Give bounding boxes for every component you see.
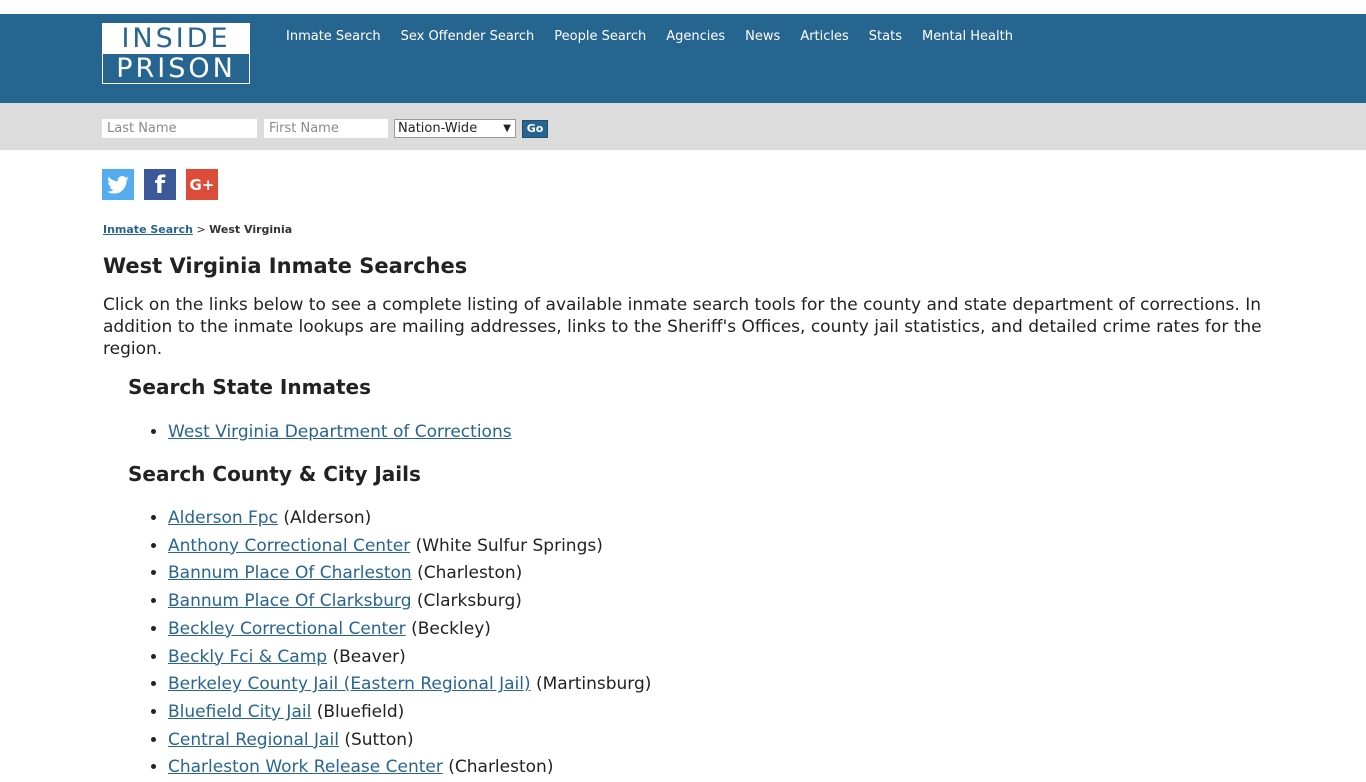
breadcrumb-separator: > xyxy=(196,223,206,236)
list-item: Bluefield City Jail (Bluefield) xyxy=(168,699,651,727)
list-item: Beckley Correctional Center (Beckley) xyxy=(168,616,651,644)
jail-link[interactable]: Bannum Place Of Charleston xyxy=(168,563,412,583)
top-strip xyxy=(0,0,1366,14)
logo-text-top: INSIDE xyxy=(103,24,249,54)
social-links: f G+ xyxy=(102,169,218,200)
breadcrumb: Inmate Search > West Virginia xyxy=(103,223,292,236)
twitter-bird-icon xyxy=(107,175,129,194)
logo-text-bottom: PRISON xyxy=(116,53,236,84)
list-item: Alderson Fpc (Alderson) xyxy=(168,505,651,533)
jail-city: (White Sulfur Springs) xyxy=(415,535,603,556)
nav-agencies[interactable]: Agencies xyxy=(666,29,725,45)
jail-link[interactable]: Berkeley County Jail (Eastern Regional J… xyxy=(168,674,531,694)
jail-city: (Sutton) xyxy=(344,729,414,750)
state-inmates-heading: Search State Inmates xyxy=(128,375,371,399)
jail-link[interactable]: Bannum Place Of Clarksburg xyxy=(168,591,412,611)
google-plus-icon[interactable]: G+ xyxy=(186,169,218,200)
list-item: Anthony Correctional Center (White Sulfu… xyxy=(168,533,651,561)
search-bar: Nation-Wide ▼ Go xyxy=(0,103,1366,150)
jail-city: (Beaver) xyxy=(332,646,406,667)
jail-link[interactable]: Beckly Fci & Camp xyxy=(168,647,327,667)
nav-news[interactable]: News xyxy=(745,29,780,45)
jail-link[interactable]: Beckley Correctional Center xyxy=(168,619,406,639)
jail-city: (Charleston) xyxy=(417,563,523,584)
list-item: Bannum Place Of Clarksburg (Clarksburg) xyxy=(168,588,651,616)
google-plus-glyph: G+ xyxy=(189,175,215,194)
main-nav: Inmate Search Sex Offender Search People… xyxy=(286,29,1033,45)
list-item: Bannum Place Of Charleston (Charleston) xyxy=(168,560,651,588)
first-name-input[interactable] xyxy=(264,119,388,138)
nav-stats[interactable]: Stats xyxy=(869,29,902,45)
site-logo[interactable]: INSIDE PRISON xyxy=(102,23,250,84)
list-item: Berkeley County Jail (Eastern Regional J… xyxy=(168,671,651,699)
nav-articles[interactable]: Articles xyxy=(800,29,848,45)
scope-select[interactable]: Nation-Wide ▼ xyxy=(394,119,516,138)
intro-paragraph: Click on the links below to see a comple… xyxy=(103,295,1262,359)
list-item: West Virginia Department of Corrections xyxy=(168,419,512,447)
jail-link[interactable]: Bluefield City Jail xyxy=(168,702,311,722)
nav-people-search[interactable]: People Search xyxy=(554,29,646,45)
nav-inmate-search[interactable]: Inmate Search xyxy=(286,29,381,45)
list-item: Central Regional Jail (Sutton) xyxy=(168,727,651,755)
jail-city: (Clarksburg) xyxy=(416,591,522,612)
chevron-down-icon: ▼ xyxy=(503,123,511,134)
go-button[interactable]: Go xyxy=(522,120,548,138)
last-name-input[interactable] xyxy=(102,119,257,138)
list-item: Charleston Work Release Center (Charlest… xyxy=(168,754,651,782)
state-links-list: West Virginia Department of Corrections xyxy=(128,419,512,447)
scope-select-value: Nation-Wide xyxy=(398,121,478,136)
list-item: Beckly Fci & Camp (Beaver) xyxy=(168,644,651,672)
jail-city: (Beckley) xyxy=(411,618,491,639)
page-title: West Virginia Inmate Searches xyxy=(103,254,468,278)
county-jails-heading: Search County & City Jails xyxy=(128,462,421,486)
facebook-glyph: f xyxy=(154,170,166,199)
nav-mental-health[interactable]: Mental Health xyxy=(922,29,1013,45)
breadcrumb-current: West Virginia xyxy=(209,223,293,236)
facebook-icon[interactable]: f xyxy=(144,169,176,200)
nav-sex-offender-search[interactable]: Sex Offender Search xyxy=(401,29,535,45)
jail-link[interactable]: Alderson Fpc xyxy=(168,508,278,528)
jail-link[interactable]: Central Regional Jail xyxy=(168,730,339,750)
jail-city: (Alderson) xyxy=(283,508,372,528)
jail-link[interactable]: Charleston Work Release Center xyxy=(168,757,443,777)
breadcrumb-inmate-search-link[interactable]: Inmate Search xyxy=(103,223,193,236)
twitter-icon[interactable] xyxy=(102,169,134,200)
state-doc-link[interactable]: West Virginia Department of Corrections xyxy=(168,422,512,442)
jail-city: (Martinsburg) xyxy=(535,674,652,695)
jail-link[interactable]: Anthony Correctional Center xyxy=(168,536,410,556)
site-header: INSIDE PRISON Inmate Search Sex Offender… xyxy=(0,14,1366,103)
jail-city: (Bluefield) xyxy=(316,701,405,722)
county-jails-list: Alderson Fpc (Alderson) Anthony Correcti… xyxy=(128,505,651,782)
jail-city: (Charleston) xyxy=(448,757,554,778)
